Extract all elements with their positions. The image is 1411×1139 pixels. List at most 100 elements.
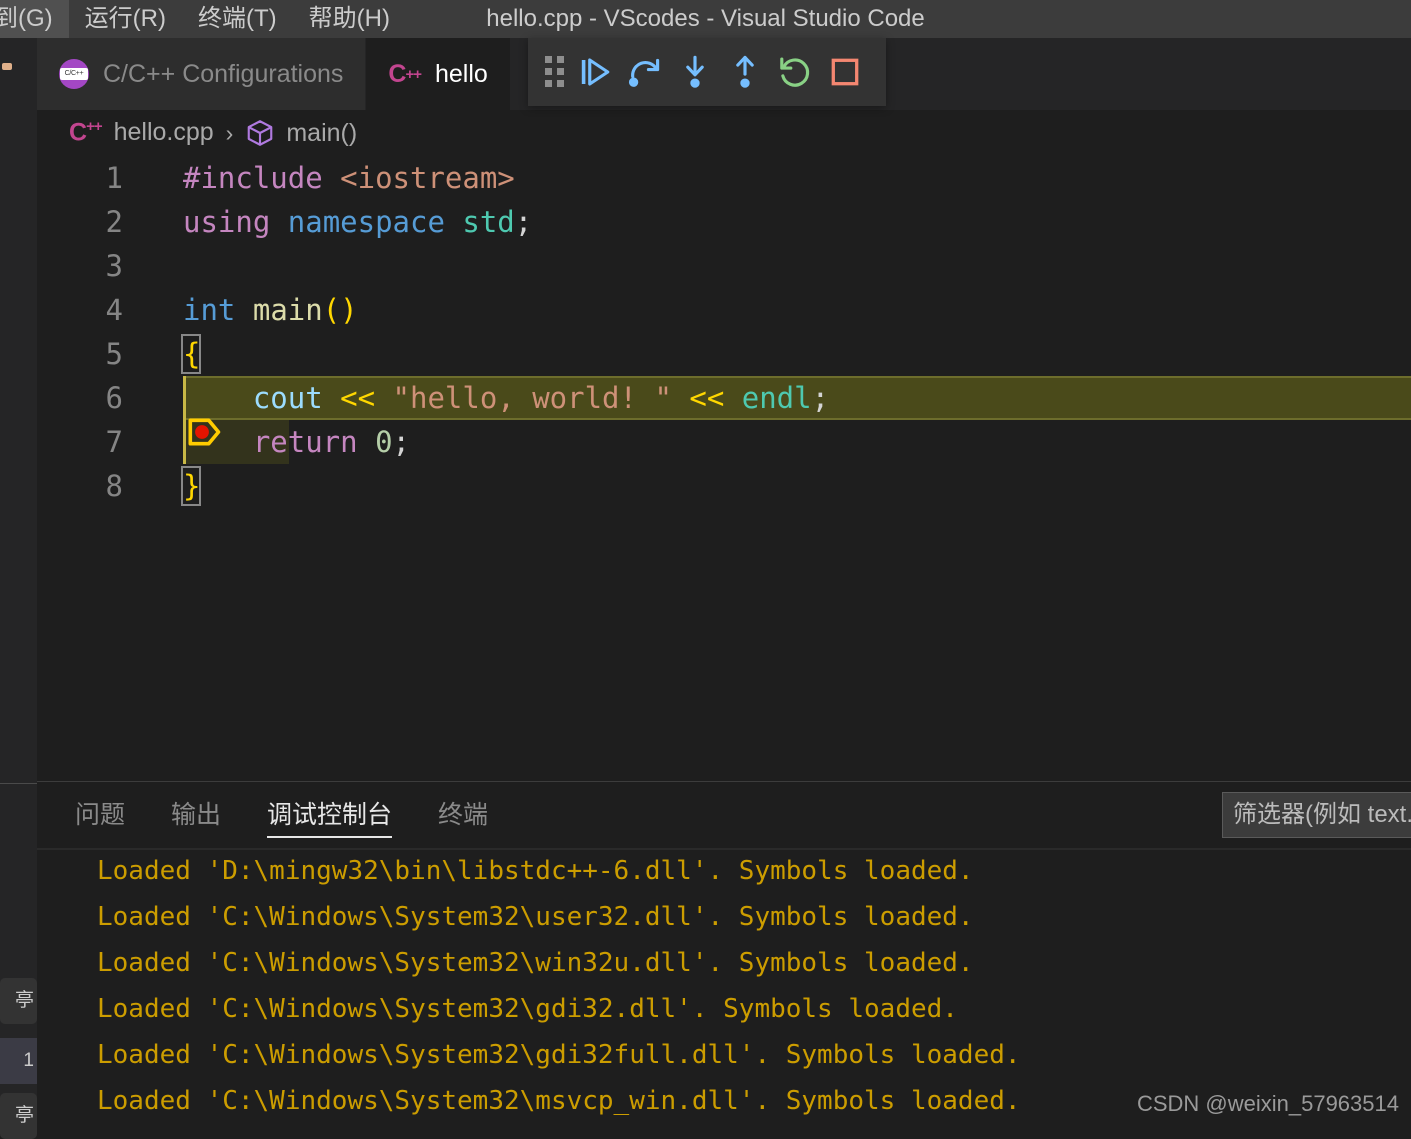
tab-label: C/C++ Configurations bbox=[103, 59, 344, 88]
step-into-button[interactable] bbox=[670, 47, 720, 97]
line-number: 1 bbox=[105, 161, 123, 195]
code-line[interactable]: 3 bbox=[37, 244, 1411, 288]
step-over-icon bbox=[628, 58, 660, 87]
code-editor[interactable]: 1 #include <iostream> 2 using namespace … bbox=[37, 156, 1411, 781]
token: #include bbox=[183, 161, 323, 195]
token: ; bbox=[392, 425, 411, 459]
step-out-icon bbox=[736, 55, 754, 88]
sidebar-fragment-selected[interactable]: 1 bbox=[0, 1038, 37, 1084]
console-line: Loaded 'D:\mingw32\bin\libstdc++-6.dll'.… bbox=[97, 856, 974, 886]
console-line: Loaded 'C:\Windows\System32\user32.dll'.… bbox=[97, 902, 974, 932]
token: int bbox=[183, 293, 236, 327]
cpp-config-icon bbox=[59, 59, 89, 89]
breadcrumb-symbol-label: main() bbox=[286, 118, 358, 147]
panel-tab-debug-console[interactable]: 调试控制台 bbox=[267, 782, 393, 848]
breadcrumb-symbol[interactable]: main() bbox=[245, 118, 357, 148]
code-line-current[interactable]: 6 cout << "hello, world! " << endl; bbox=[37, 376, 1411, 446]
console-line: Loaded 'C:\Windows\System32\gdi32.dll'. … bbox=[97, 994, 958, 1024]
menu-run[interactable]: 运行(R) bbox=[69, 0, 182, 38]
token: cout bbox=[252, 381, 323, 415]
panel-tab-terminal[interactable]: 终端 bbox=[438, 782, 488, 848]
sidebar-fragment-top[interactable]: 亭 bbox=[0, 978, 37, 1024]
token: ; bbox=[811, 381, 830, 415]
stop-button[interactable] bbox=[820, 47, 870, 97]
continue-button[interactable] bbox=[570, 47, 620, 97]
token: 0 bbox=[375, 425, 393, 459]
token: endl bbox=[741, 381, 812, 415]
token: main bbox=[252, 293, 323, 327]
code-line[interactable]: 4 int main() bbox=[37, 288, 1411, 332]
line-content: { bbox=[183, 332, 200, 376]
panel-tab-output[interactable]: 输出 bbox=[171, 782, 221, 848]
tab-cpp-configurations[interactable]: C/C++ Configurations bbox=[37, 38, 367, 110]
debug-console-output[interactable]: Loaded 'D:\mingw32\bin\libstdc++-6.dll'.… bbox=[37, 848, 1411, 1124]
token: return bbox=[252, 425, 358, 459]
stop-icon bbox=[831, 58, 859, 86]
token: () bbox=[322, 293, 358, 327]
line-number: 4 bbox=[105, 293, 123, 327]
line-number: 2 bbox=[105, 205, 123, 239]
code-line[interactable]: 5 { bbox=[37, 332, 1411, 376]
debug-toolbar[interactable] bbox=[528, 38, 886, 106]
breadcrumb-file[interactable]: C++ hello.cpp bbox=[69, 118, 214, 147]
panel-tab-problems[interactable]: 问题 bbox=[75, 782, 125, 848]
console-line: Loaded 'C:\Windows\System32\win32u.dll'.… bbox=[97, 948, 974, 978]
sidebar-accent-dot bbox=[2, 63, 12, 70]
restart-button[interactable] bbox=[770, 47, 820, 97]
line-content: using namespace std; bbox=[183, 200, 532, 244]
restart-icon bbox=[780, 57, 810, 87]
panel-tab-bar: 问题 输出 调试控制台 终端 筛选器(例如 text. bbox=[37, 782, 1411, 848]
cube-icon bbox=[245, 118, 275, 148]
console-top-edge bbox=[37, 848, 1411, 850]
continue-icon bbox=[581, 58, 610, 86]
console-line: Loaded 'C:\Windows\System32\gdi32full.dl… bbox=[97, 1040, 1021, 1070]
sidebar-strip: 亭 1 亭 bbox=[0, 38, 38, 1139]
tab-hello-cpp[interactable]: C ++ hello bbox=[366, 38, 511, 110]
line-number: 3 bbox=[105, 249, 123, 283]
menu-help[interactable]: 帮助(H) bbox=[293, 0, 406, 38]
menu-goto[interactable]: 到(G) bbox=[0, 0, 69, 38]
tab-label: hello bbox=[435, 59, 488, 88]
line-number: 5 bbox=[105, 337, 123, 371]
cpp-file-icon: C++ bbox=[388, 59, 422, 88]
breadcrumb: C++ hello.cpp › main() bbox=[37, 110, 1411, 156]
code-line[interactable]: 2 using namespace std; bbox=[37, 200, 1411, 244]
token: namespace bbox=[287, 205, 445, 239]
drag-handle-icon[interactable] bbox=[540, 47, 570, 97]
token: std bbox=[462, 205, 515, 239]
step-out-button[interactable] bbox=[720, 47, 770, 97]
cpp-file-icon: C++ bbox=[69, 118, 103, 147]
sidebar-divider bbox=[0, 783, 37, 784]
sidebar-fragment-bottom[interactable]: 亭 bbox=[0, 1093, 37, 1139]
menu-terminal[interactable]: 终端(T) bbox=[182, 0, 293, 38]
watermark: CSDN @weixin_57963514 bbox=[1136, 1091, 1399, 1116]
token: << bbox=[689, 381, 725, 415]
token: <iostream> bbox=[340, 161, 515, 195]
chevron-right-icon: › bbox=[225, 119, 234, 146]
vscode-window: 到(G) 运行(R) 终端(T) 帮助(H) hello.cpp - VScod… bbox=[0, 0, 1411, 1139]
title-bar: 到(G) 运行(R) 终端(T) 帮助(H) hello.cpp - VScod… bbox=[0, 0, 1411, 38]
code-line[interactable]: 8 } bbox=[37, 464, 1411, 508]
breadcrumb-file-label: hello.cpp bbox=[113, 118, 214, 147]
line-content: cout << "hello, world! " << endl; bbox=[183, 376, 829, 420]
line-content: int main() bbox=[183, 288, 358, 332]
token: ; bbox=[514, 205, 533, 239]
breakpoint-pointer-icon[interactable] bbox=[47, 383, 223, 488]
line-content: #include <iostream> bbox=[183, 156, 515, 200]
code-line[interactable]: 7 return 0; bbox=[37, 420, 1411, 464]
step-into-icon bbox=[686, 55, 704, 88]
code-line[interactable]: 1 #include <iostream> bbox=[37, 156, 1411, 200]
token: << bbox=[340, 381, 376, 415]
step-over-button[interactable] bbox=[620, 47, 670, 97]
filter-input[interactable]: 筛选器(例如 text. bbox=[1222, 792, 1411, 838]
token: { bbox=[183, 337, 201, 371]
